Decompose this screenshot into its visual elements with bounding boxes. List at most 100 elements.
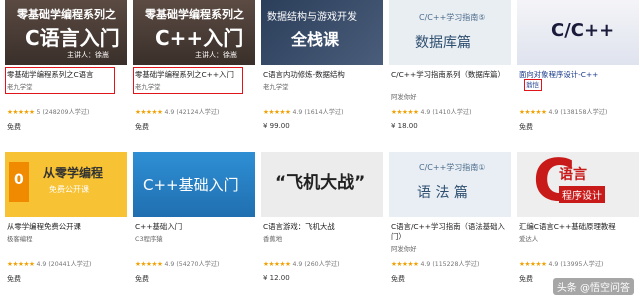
learners-count: (13995人学过) — [560, 261, 604, 268]
rating-row: ★★★★★ 4.9 (20441人学过) — [7, 259, 91, 268]
thumb-line1: 从零学编程 — [43, 166, 104, 180]
thumb-line1: 零基础学编程系列之 — [17, 8, 116, 21]
rating-row: ★★★★★ 4.9 (115228人学过) — [391, 259, 479, 268]
course-author[interactable]: 极客编程 — [7, 235, 33, 244]
course-author[interactable]: 翁恺 — [526, 81, 539, 90]
star-rating-icon: ★★★★★ — [263, 108, 291, 116]
course-price: 免费 — [7, 123, 21, 131]
thumb-line1: C++基础入门 — [143, 176, 239, 194]
course-title[interactable]: C/C++学习指南系列（数据库篇） — [391, 70, 509, 80]
thumb-line2: 免费公开课 — [49, 185, 89, 194]
course-title[interactable]: 零基础学编程系列之C++入门 — [135, 70, 253, 80]
star-rating-icon: ★★★★★ — [7, 260, 35, 268]
thumb-line2: 语言 — [559, 167, 587, 183]
course-thumbnail[interactable]: C/C++ — [517, 0, 639, 65]
thumb-line2: 语 法 篇 — [417, 185, 468, 201]
course-thumbnail[interactable]: 0 从零学编程 免费公开课 — [5, 152, 127, 217]
course-card-10[interactable]: C 语言 程序设计 汇编C语言C++基础原理教程 爱达人 ★★★★★ 4.9 (… — [517, 152, 639, 299]
course-thumbnail[interactable]: 零基础学编程系列之 C++入门 主讲人：徐嵩 — [133, 0, 255, 65]
learners-count: (115228人学过) — [432, 261, 480, 268]
learners-count: (1614人学过) — [304, 109, 344, 116]
course-author[interactable]: 老九学堂 — [7, 83, 33, 92]
course-author[interactable]: 老九学堂 — [263, 83, 289, 92]
rating-value: 4.9 — [292, 261, 303, 268]
course-card-3[interactable]: 数据结构与游戏开发 全栈课 C语言内功修炼-数据结构 老九学堂 ★★★★★ 4.… — [261, 0, 383, 147]
course-thumbnail[interactable]: C 语言 程序设计 — [517, 152, 639, 217]
course-title[interactable]: 零基础学编程系列之C语言 — [7, 70, 125, 80]
course-title[interactable]: C++基础入门 — [135, 222, 253, 232]
watermark: 头条 @悟空问答 — [552, 278, 634, 295]
course-grid: 零基础学编程系列之 C语言入门 主讲人：徐嵩 零基础学编程系列之C语言 老九学堂… — [0, 0, 640, 299]
learners-count: (260人学过) — [304, 261, 340, 268]
course-title[interactable]: C语言内功修炼-数据结构 — [263, 70, 381, 80]
course-title[interactable]: 汇编C语言C++基础原理教程 — [519, 222, 637, 232]
course-thumbnail[interactable]: C++基础入门 — [133, 152, 255, 217]
rating-row: ★★★★★ 5 (248209人学过) — [7, 107, 89, 116]
course-card-7[interactable]: C++基础入门 C++基础入门 C3程序猿 ★★★★★ 4.9 (54270人学… — [133, 152, 255, 299]
course-author[interactable]: 阿发你好 — [391, 245, 417, 254]
rating-value: 4.9 — [36, 261, 47, 268]
course-thumbnail[interactable]: C/C++学习指南⑤ 数据库篇 — [389, 0, 511, 65]
thumb-line2: C语言入门 — [25, 26, 120, 50]
course-price: 免费 — [135, 275, 149, 283]
course-author[interactable]: C3程序猿 — [135, 235, 163, 244]
learners-count: (1410人学过) — [432, 109, 472, 116]
rating-value: 4.9 — [548, 109, 559, 116]
course-price: ¥ 18.00 — [391, 122, 418, 130]
rating-row: ★★★★★ 4.9 (1614人学过) — [263, 107, 343, 116]
learners-count: (54270人学过) — [176, 261, 220, 268]
course-card-2[interactable]: 零基础学编程系列之 C++入门 主讲人：徐嵩 零基础学编程系列之C++入门 老九… — [133, 0, 255, 147]
course-card-4[interactable]: C/C++学习指南⑤ 数据库篇 C/C++学习指南系列（数据库篇） 阿发你好 ★… — [389, 0, 511, 147]
course-thumbnail[interactable]: 零基础学编程系列之 C语言入门 主讲人：徐嵩 — [5, 0, 127, 65]
course-card-8[interactable]: “飞机大战” C语言游戏：飞机大战 香蕉地 ★★★★★ 4.9 (260人学过)… — [261, 152, 383, 299]
course-card-5[interactable]: C/C++ 面向对象程序设计-C++ 翁恺 ★★★★★ 4.9 (138158人… — [517, 0, 639, 147]
course-thumbnail[interactable]: C/C++学习指南① 语 法 篇 — [389, 152, 511, 217]
course-author[interactable]: 阿发你好 — [391, 93, 417, 102]
learners-count: (248209人学过) — [42, 109, 90, 116]
rating-value: 4.9 — [420, 261, 431, 268]
course-card-6[interactable]: 0 从零学编程 免费公开课 从零学编程免费公开课 极客编程 ★★★★★ 4.9 … — [5, 152, 127, 299]
thumb-line2: C++入门 — [155, 26, 244, 50]
course-author[interactable]: 香蕉地 — [263, 235, 282, 244]
course-title[interactable]: 面向对象程序设计-C++ — [519, 70, 637, 80]
course-card-9[interactable]: C/C++学习指南① 语 法 篇 C语言/C++学习指南（语法基础入门） 阿发你… — [389, 152, 511, 299]
course-price: ¥ 99.00 — [263, 122, 290, 130]
learners-count: (138158人学过) — [560, 109, 608, 116]
rating-row: ★★★★★ 4.9 (13995人学过) — [519, 259, 603, 268]
course-author[interactable]: 爱达人 — [519, 235, 538, 244]
star-rating-icon: ★★★★★ — [263, 260, 291, 268]
thumb-line1: 数据结构与游戏开发 — [267, 12, 357, 23]
course-title[interactable]: 从零学编程免费公开课 — [7, 222, 125, 232]
learners-count: (20441人学过) — [48, 261, 92, 268]
course-title[interactable]: C语言/C++学习指南（语法基础入门） — [391, 222, 509, 242]
star-rating-icon: ★★★★★ — [7, 108, 35, 116]
rating-row: ★★★★★ 4.9 (138158人学过) — [519, 107, 607, 116]
rating-row: ★★★★★ 4.9 (260人学过) — [263, 259, 340, 268]
rating-value: 4.9 — [548, 261, 559, 268]
thumb-line2: 数据库篇 — [415, 35, 471, 51]
star-rating-icon: ★★★★★ — [391, 108, 419, 116]
thumb-tag: 主讲人：徐嵩 — [67, 51, 109, 59]
thumb-tag: 0 — [14, 172, 24, 188]
thumb-line1: “飞机大战” — [275, 173, 366, 193]
course-price: 免费 — [135, 123, 149, 131]
course-title[interactable]: C语言游戏：飞机大战 — [263, 222, 381, 232]
learners-count: (42124人学过) — [176, 109, 220, 116]
rating-row: ★★★★★ 4.9 (42124人学过) — [135, 107, 219, 116]
course-thumbnail[interactable]: 数据结构与游戏开发 全栈课 — [261, 0, 383, 65]
thumb-line1: C/C++学习指南⑤ — [419, 13, 486, 22]
thumb-line1: 零基础学编程系列之 — [145, 8, 244, 21]
star-rating-icon: ★★★★★ — [135, 260, 163, 268]
course-price: 免费 — [391, 275, 405, 283]
star-rating-icon: ★★★★★ — [519, 108, 547, 116]
course-thumbnail[interactable]: “飞机大战” — [261, 152, 383, 217]
course-price: 免费 — [519, 275, 533, 283]
thumb-line1: C/C++学习指南① — [419, 163, 486, 172]
rating-value: 5 — [36, 109, 41, 116]
thumb-tag: 程序设计 — [559, 186, 605, 203]
course-card-1[interactable]: 零基础学编程系列之 C语言入门 主讲人：徐嵩 零基础学编程系列之C语言 老九学堂… — [5, 0, 127, 147]
rating-value: 4.9 — [292, 109, 303, 116]
course-author[interactable]: 老九学堂 — [135, 83, 161, 92]
star-rating-icon: ★★★★★ — [135, 108, 163, 116]
thumb-tag: 主讲人：徐嵩 — [195, 51, 237, 59]
